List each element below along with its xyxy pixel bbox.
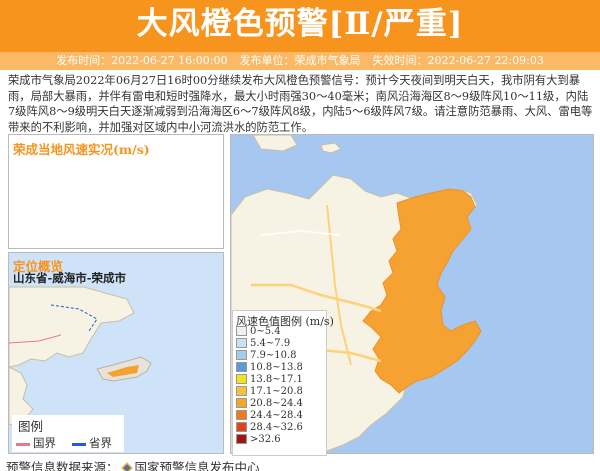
- wind-scale-row: 28.4~32.6: [236, 422, 303, 433]
- wind-speed-color-legend: 风速色值图例 (m/s) 0~5.4 5.4~7.9 7.9~10.8 10.8…: [232, 310, 334, 456]
- swatch-icon: [236, 338, 247, 348]
- swatch-icon: [236, 362, 247, 372]
- publisher: 发布单位：荣成市气象局: [239, 54, 361, 67]
- alert-title: 大风橙色预警[Ⅱ/严重]: [136, 6, 464, 42]
- swatch-icon: [236, 434, 247, 444]
- expire-time: 失效时间：2022-06-27 22:09:03: [372, 54, 544, 67]
- national-border-line-icon: [16, 442, 30, 446]
- wind-scale-row: 24.4~28.4: [236, 410, 303, 421]
- wind-panel-title: 荣成当地风速实况(m/s): [13, 142, 150, 157]
- wind-scale-row: 5.4~7.9: [236, 338, 290, 349]
- swatch-icon: [236, 398, 247, 408]
- legend-item-national-border: 国界: [16, 435, 56, 451]
- provincial-border-line-icon: [72, 442, 86, 446]
- legend-title: 图例: [18, 419, 44, 434]
- map-legend: 图例 国界 省界: [12, 415, 124, 452]
- wind-scale-row: 0~5.4: [236, 326, 281, 337]
- swatch-icon: [236, 350, 247, 360]
- legend-item-provincial-border: 省界: [72, 435, 112, 451]
- alert-header: 大风橙色预警[Ⅱ/严重] 发布时间：2022-06-27 16:00:00 发布单…: [0, 0, 600, 70]
- source-link[interactable]: 国家预警信息发布中心: [135, 460, 260, 471]
- wind-speed-panel: 荣成当地风速实况(m/s): [8, 134, 224, 249]
- alert-content: 荣成市气象局2022年06月27日16时00分继续发布大风橙色预警信号：预计今天…: [8, 74, 593, 134]
- swatch-icon: [236, 374, 247, 384]
- wind-scale-row: 17.1~20.8: [236, 386, 303, 397]
- wind-scale-row: 13.8~17.1: [236, 374, 303, 385]
- publish-time: 发布时间：2022-06-27 16:00:00: [56, 54, 228, 67]
- location-region: 山东省-威海市-荣成市: [13, 271, 127, 285]
- swatch-icon: [236, 386, 247, 396]
- data-source-footer: 预警信息数据来源： 国家预警信息发布中心: [6, 457, 260, 471]
- wind-scale-row: 10.8~13.8: [236, 362, 303, 373]
- alert-meta-bar: 发布时间：2022-06-27 16:00:00 发布单位：荣成市气象局 失效时间：…: [0, 52, 600, 70]
- swatch-icon: [236, 326, 247, 336]
- swatch-icon: [236, 422, 247, 432]
- source-label: 预警信息数据来源：: [6, 460, 119, 471]
- wind-scale-row: >32.6: [236, 434, 281, 445]
- wind-scale-row: 20.8~24.4: [236, 398, 303, 409]
- swatch-icon: [236, 410, 247, 420]
- warning-center-logo-icon: [120, 462, 133, 471]
- wind-scale-row: 7.9~10.8: [236, 350, 297, 361]
